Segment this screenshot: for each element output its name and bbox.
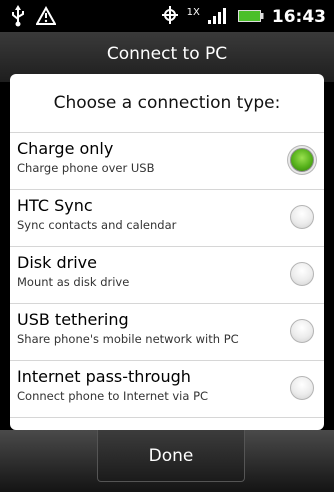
radio-charge-only[interactable] xyxy=(290,148,314,172)
option-label: Charge only xyxy=(17,139,114,158)
option-htc-sync[interactable]: HTC Sync Sync contacts and calendar xyxy=(10,189,324,246)
option-disk-drive[interactable]: Disk drive Mount as disk drive xyxy=(10,246,324,303)
option-description: Connect phone to Internet via PC xyxy=(17,389,209,403)
gps-icon xyxy=(161,5,179,29)
warning-icon xyxy=(35,5,57,30)
status-bar: 1X 16:43 xyxy=(0,0,334,32)
usb-icon xyxy=(10,5,26,31)
option-charge-only[interactable]: Charge only Charge phone over USB xyxy=(10,132,324,189)
dialog-title: Choose a connection type: xyxy=(53,93,281,113)
signal-icon xyxy=(207,5,230,29)
radio-disk-drive[interactable] xyxy=(290,262,314,286)
option-description: Share phone's mobile network with PC xyxy=(17,332,239,346)
battery-icon xyxy=(237,8,264,27)
option-label: Disk drive xyxy=(17,253,97,272)
bottom-bar: Done xyxy=(0,430,334,492)
option-label: USB tethering xyxy=(17,310,129,329)
done-button[interactable]: Done xyxy=(97,430,245,482)
connection-type-dialog: Choose a connection type: Charge only Ch… xyxy=(10,74,324,430)
divider xyxy=(10,417,324,418)
option-label: HTC Sync xyxy=(17,196,93,215)
radio-htc-sync[interactable] xyxy=(290,205,314,229)
network-type-label: 1X xyxy=(186,7,200,18)
radio-internet-pass-through[interactable] xyxy=(290,376,314,400)
option-description: Sync contacts and calendar xyxy=(17,218,177,232)
radio-usb-tethering[interactable] xyxy=(290,319,314,343)
option-description: Charge phone over USB xyxy=(17,161,155,175)
clock: 16:43 xyxy=(271,7,326,27)
option-label: Internet pass-through xyxy=(17,367,191,386)
option-description: Mount as disk drive xyxy=(17,275,130,289)
option-usb-tethering[interactable]: USB tethering Share phone's mobile netwo… xyxy=(10,303,324,360)
option-internet-pass-through[interactable]: Internet pass-through Connect phone to I… xyxy=(10,360,324,417)
